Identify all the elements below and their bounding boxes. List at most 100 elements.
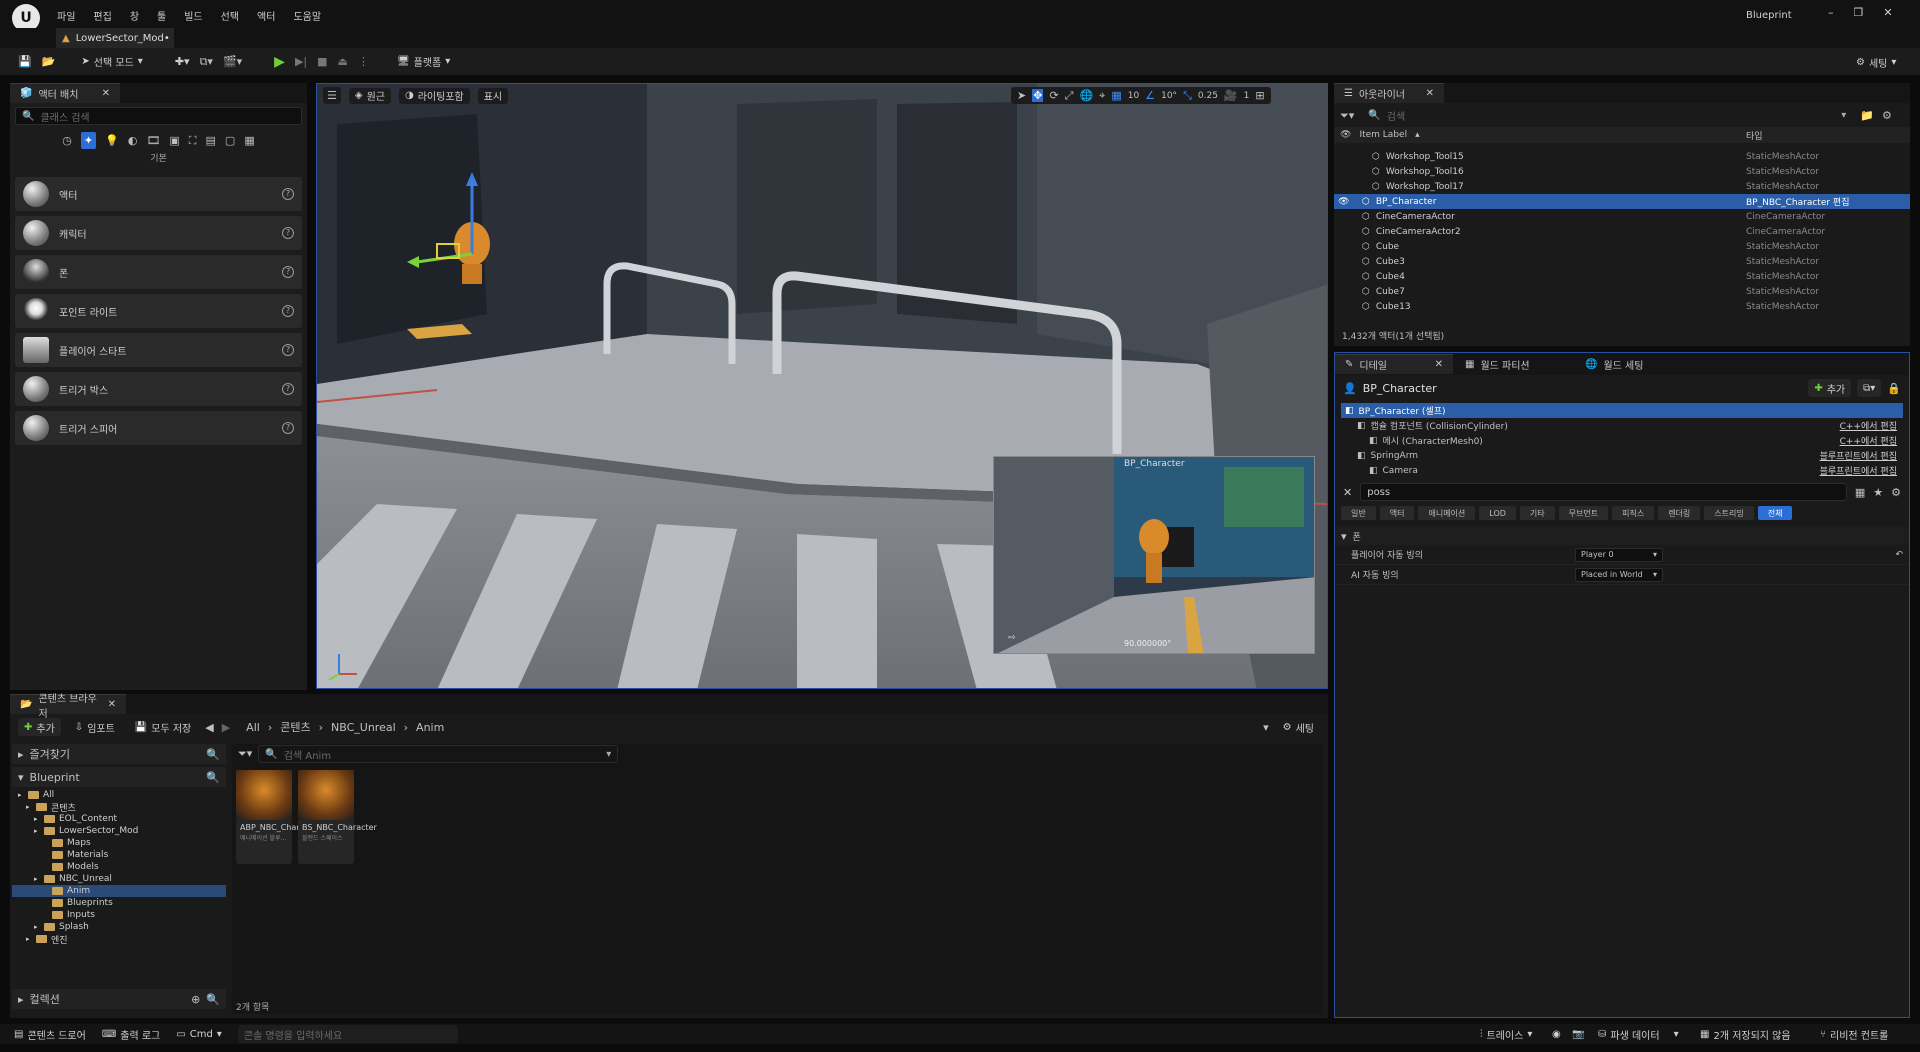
component-edit-link[interactable]: 블루프린트에서 편집 [1820,449,1897,462]
angle-snap-icon[interactable]: ∠ [1145,90,1155,101]
perspective-button[interactable]: ◈ 원근 [348,87,391,104]
asset-abp-nbc-character[interactable]: ABP_NBC_Character 애니메이션 블루... [236,770,320,864]
place-item-actor[interactable]: 액터? [15,177,302,211]
component-row[interactable]: ◧ BP_Character (셀프) [1341,403,1903,418]
filter-icon[interactable]: ⏷▾ [1340,110,1354,121]
component-row[interactable]: ◧ SpringArm 블루프린트에서 편집 [1341,448,1903,463]
level-viewport[interactable]: ☰ ◈ 원근 ◑ 라이팅포함 표시 ➤ ✥ ⟳ ⤢ 🌐 ⌖ ▦ 10 ∠ 10° ⤡… [316,83,1328,689]
select-icon[interactable]: ➤ [1017,90,1026,101]
more-icon[interactable]: ⋮ [358,56,369,67]
collections-header[interactable]: ▸ 컬렉션 ⊕ 🔍 [12,989,226,1009]
place-item-trigger-box[interactable]: 트리거 박스? [15,372,302,406]
folder-tree-item[interactable]: ▸ All [12,789,226,801]
clear-search-icon[interactable]: ✕ [1343,486,1352,499]
maximize-viewport-icon[interactable]: ⊞ [1255,90,1264,101]
breadcrumb-all[interactable]: All [246,721,260,734]
record-icon[interactable]: ◉ [1552,1029,1561,1040]
place-item-player-start[interactable]: 플레이어 스타트? [15,333,302,367]
stop-icon[interactable]: ■ [317,56,327,67]
platform-button[interactable]: 🖥 플랫폼 ▾ [390,51,457,72]
search-icon[interactable]: 🔍 [206,748,220,761]
folder-tree-item[interactable]: Maps [12,837,226,849]
add-actor-icon[interactable]: ✚▾ [175,56,190,67]
menu-help[interactable]: 도움말 [293,8,321,23]
details-search-input[interactable]: poss [1360,483,1847,501]
category-tab[interactable]: 스트리밍 [1704,506,1754,520]
place-item-trigger-sphere[interactable]: 트리거 스피어? [15,411,302,445]
property-dropdown[interactable]: Player 0 ▾ [1575,547,1663,562]
outliner-row[interactable]: ⬡ Cube4 StaticMeshActor [1334,269,1910,284]
category-tab[interactable]: 전체 [1757,506,1793,520]
geometry-icon[interactable]: ▢ [225,135,235,146]
all-classes-icon[interactable]: ▤ [206,135,216,146]
outliner-row[interactable]: ⬡ Cube3 StaticMeshActor [1334,254,1910,269]
property-dropdown[interactable]: Placed in World ▾ [1575,567,1663,582]
minimize-icon[interactable]: – [1828,6,1834,19]
search-icon[interactable]: 🔍 [206,771,220,784]
menu-build[interactable]: 빌드 [184,8,202,23]
help-icon[interactable]: ? [282,305,294,317]
category-tab[interactable]: 액터 [1379,506,1415,520]
derived-data-button[interactable]: ⛁ 파생 데이터 ▾ [1598,1027,1679,1042]
cinematic-icon[interactable]: 🎞 [146,135,160,146]
asset-search-input[interactable]: 🔍 검색 Anim ▾ [258,745,619,763]
place-item-character[interactable]: 캐릭터? [15,216,302,250]
menu-edit[interactable]: 편집 [93,8,111,23]
tab-world-settings[interactable]: 🌐 월드 세팅 [1575,354,1693,374]
scale-icon[interactable]: ⤢ [1065,90,1074,101]
help-icon[interactable]: ? [282,266,294,278]
folder-tree-item[interactable]: Models [12,861,226,873]
select-mode-button[interactable]: ➤ 선택 모드 ▾ [75,51,149,72]
recent-icon[interactable]: ◷ [62,135,72,146]
component-edit-link[interactable]: C++에서 편집 [1840,419,1897,432]
camera-icon[interactable]: 📷 [1572,1029,1584,1040]
filter-icon[interactable]: ⏷▾ [238,747,252,761]
gear-icon[interactable]: ⚙ [1891,486,1901,499]
console-input[interactable]: 콘솔 명령을 입력하세요 [237,1025,458,1043]
outliner-row[interactable]: ⬡ CineCameraActor CineCameraActor [1334,209,1910,224]
import-button[interactable]: ⇩ 임포트 [68,718,121,736]
folder-tree-item[interactable]: Inputs [12,909,226,921]
basic-icon[interactable]: ✦ [80,131,97,149]
menu-window[interactable]: 창 [130,8,139,23]
revision-control-button[interactable]: ⑂ 리비전 컨트롤 [1820,1027,1888,1042]
help-icon[interactable]: ? [282,422,294,434]
camera-speed-icon[interactable]: 🎥 [1224,90,1238,101]
hamburger-icon[interactable]: ☰ [323,87,341,104]
folder-tree-item[interactable]: ▸ EOL_Content [12,813,226,825]
class-search-input[interactable]: 🔍 클래스 검색 [15,107,302,125]
category-tab[interactable]: 기타 [1519,506,1555,520]
close-icon[interactable]: ✕ [1435,359,1443,370]
folder-tree-item[interactable]: Materials [12,849,226,861]
outliner-row[interactable]: ⬡ Workshop_Tool17 StaticMeshActor [1334,179,1910,194]
level-tab[interactable]: ▲ LowerSector_Mod• [56,28,174,48]
add-component-button[interactable]: ✚ 추가 [1808,379,1852,397]
lighting-button[interactable]: ◑ 라이팅포함 [398,87,470,104]
outliner-row[interactable]: 👁 ⬡ BP_Character BP_NBC_Character 편집 [1334,194,1910,209]
tab-world-partition[interactable]: ▦ 월드 파티션 [1455,354,1573,374]
translate-icon[interactable]: ✥ [1032,89,1044,102]
search-icon[interactable]: 🔍 [206,993,220,1006]
visibility-icon[interactable]: 👁 [1340,130,1351,140]
category-tab[interactable]: 애니메이션 [1418,506,1476,520]
category-tab[interactable]: LOD [1479,506,1516,520]
eject-icon[interactable]: ⏏ [338,56,348,67]
forward-icon[interactable]: ▶ [222,721,230,734]
folder-tree-item[interactable]: ▸ 콘텐츠 [12,801,226,814]
add-button[interactable]: ✚ 추가 [18,718,61,736]
component-edit-link[interactable]: 블루프린트에서 편집 [1820,464,1897,477]
tab-place-actors[interactable]: 🧊 액터 배치 ✕ [10,83,120,103]
settings-button[interactable]: ⚙ 세팅 ▾ [1850,52,1903,72]
menu-tools[interactable]: 툴 [157,8,166,23]
surface-snap-icon[interactable]: ⌖ [1099,90,1105,101]
pin-icon[interactable]: ⇨ [1008,633,1016,643]
outliner-row[interactable]: ⬡ Workshop_Tool16 StaticMeshActor [1334,164,1910,179]
favorites-header[interactable]: ▸ 즐겨찾기 🔍 [12,744,226,764]
outliner-row[interactable]: ⬡ Workshop_Tool15 StaticMeshActor [1334,149,1910,164]
trace-button[interactable]: ⫶ 트레이스 ▾ [1480,1027,1532,1042]
blueprint-root-header[interactable]: ▾ Blueprint 🔍 [12,767,226,787]
angle-snap-value[interactable]: 10° [1161,91,1177,101]
outliner-row[interactable]: ⬡ Cube13 StaticMeshActor [1334,299,1910,314]
tab-outliner[interactable]: ☰ 아웃라이너 ✕ [1334,83,1444,103]
add-collection-icon[interactable]: ⊕ [191,993,200,1006]
